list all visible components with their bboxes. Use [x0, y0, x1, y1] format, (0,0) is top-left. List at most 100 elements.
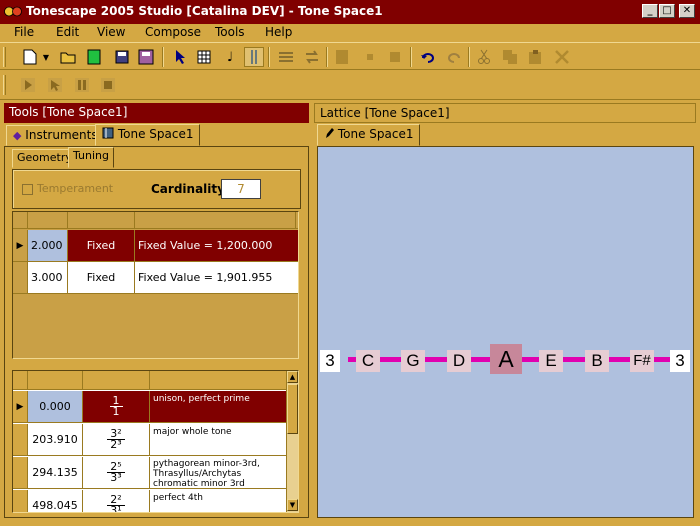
generators-header: [13, 212, 298, 229]
interval-cents[interactable]: 203.910: [28, 424, 83, 455]
lattice-note-d[interactable]: D: [447, 350, 471, 372]
large-block-icon[interactable]: [332, 47, 352, 67]
interval-name[interactable]: unison, perfect prime: [150, 391, 286, 422]
open-folder-icon[interactable]: [58, 47, 78, 67]
save-icon[interactable]: [112, 47, 132, 67]
interval-row[interactable]: 498.045 2² 3¹ perfect 4th: [13, 490, 286, 512]
intervals-header: [13, 371, 286, 390]
toolbar-grip[interactable]: [3, 75, 6, 95]
menu-help[interactable]: Help: [265, 25, 292, 39]
maximize-button[interactable]: □: [659, 4, 675, 18]
cardinality-label: Cardinality: [151, 182, 225, 196]
menu-compose[interactable]: Compose: [145, 25, 201, 39]
generator-row[interactable]: ▶ 2.000 Fixed Fixed Value = 1,200.000: [13, 230, 298, 262]
tools-panel-header: Tools [Tone Space1]: [4, 103, 309, 123]
align-icon[interactable]: [276, 47, 296, 67]
cardinality-field[interactable]: 7: [221, 179, 261, 199]
tab-lattice-tone-space[interactable]: Tone Space1: [317, 124, 421, 146]
tab-tone-space[interactable]: Tone Space1: [95, 124, 201, 146]
lattice-view[interactable]: 3 C G D A E B F# 3: [317, 146, 694, 518]
cut-icon[interactable]: [474, 47, 494, 67]
row-indicator: [13, 262, 28, 293]
new-dropdown-icon[interactable]: ▼: [41, 47, 51, 67]
generator-value[interactable]: 2.000: [28, 230, 68, 261]
interval-name[interactable]: major whole tone: [150, 424, 286, 455]
measure-tool-icon[interactable]: [244, 47, 264, 67]
playback-toolbar: [0, 70, 700, 100]
scroll-up-icon[interactable]: ▲: [287, 371, 298, 383]
tab-instruments[interactable]: ◆ Instruments: [6, 125, 105, 146]
delete-icon[interactable]: [552, 47, 572, 67]
toolbar-separator: [162, 47, 164, 67]
medium-block-icon[interactable]: [385, 47, 405, 67]
play-from-cursor-icon[interactable]: [45, 75, 65, 95]
interval-ratio[interactable]: 3² 2³: [83, 424, 150, 455]
import-icon[interactable]: [84, 47, 104, 67]
temperament-section: Temperament Cardinality 7: [12, 169, 301, 209]
generator-value[interactable]: 3.000: [28, 262, 68, 293]
app-icon[interactable]: [4, 5, 22, 18]
toolbar-separator: [268, 47, 270, 67]
toolbar-grip[interactable]: [3, 47, 6, 67]
interval-ratio[interactable]: 2² 3¹: [83, 490, 150, 512]
minimize-button[interactable]: _: [642, 4, 658, 18]
generator-desc[interactable]: Fixed Value = 1,200.000: [135, 230, 298, 261]
stop-icon[interactable]: [98, 75, 118, 95]
row-pointer-icon: ▶: [13, 391, 28, 422]
subtab-tuning[interactable]: Tuning: [68, 147, 115, 168]
pencil-icon: [324, 127, 338, 141]
interval-name[interactable]: perfect 4th: [150, 490, 286, 512]
note-tool-icon[interactable]: ♩: [220, 47, 240, 67]
undo-icon[interactable]: [418, 47, 438, 67]
grid-tool-icon[interactable]: [194, 47, 214, 67]
lattice-note-f-sharp[interactable]: F#: [630, 350, 654, 372]
lattice-note-c[interactable]: C: [356, 350, 380, 372]
interval-ratio[interactable]: 2⁵ 3³: [83, 457, 150, 488]
ratio-denominator: 2³: [110, 438, 122, 451]
generator-mode[interactable]: Fixed: [68, 230, 135, 261]
interval-row[interactable]: 203.910 3² 2³ major whole tone: [13, 424, 286, 456]
lattice-panel-header: Lattice [Tone Space1]: [314, 103, 696, 123]
play-icon[interactable]: [18, 75, 38, 95]
interval-cents[interactable]: 498.045: [28, 490, 83, 512]
temperament-checkbox[interactable]: [22, 184, 33, 195]
redo-icon[interactable]: [444, 47, 464, 67]
menu-view[interactable]: View: [97, 25, 125, 39]
interval-cents[interactable]: 0.000: [28, 391, 83, 422]
menu-edit[interactable]: Edit: [56, 25, 79, 39]
generator-row[interactable]: 3.000 Fixed Fixed Value = 1,901.955: [13, 262, 298, 294]
toolbar-separator: [410, 47, 412, 67]
lattice-note-e[interactable]: E: [539, 350, 563, 372]
row-indicator: [13, 490, 28, 512]
tone-space-icon: [102, 127, 118, 141]
pointer-tool-icon[interactable]: [170, 47, 190, 67]
lattice-note-g[interactable]: G: [401, 350, 425, 372]
swap-icon[interactable]: [302, 47, 322, 67]
scroll-down-icon[interactable]: ▼: [287, 499, 298, 511]
generators-grid: ▶ 2.000 Fixed Fixed Value = 1,200.000 3.…: [12, 211, 299, 359]
tab-lattice-label: Tone Space1: [337, 127, 414, 141]
interval-row[interactable]: 294.135 2⁵ 3³ pythagorean minor-3rd, Thr…: [13, 457, 286, 489]
close-button[interactable]: ✕: [679, 4, 695, 18]
menu-file[interactable]: File: [14, 25, 34, 39]
interval-row[interactable]: ▶ 0.000 1 1 unison, perfect prime: [13, 391, 286, 423]
copy-icon[interactable]: [500, 47, 520, 67]
generator-desc[interactable]: Fixed Value = 1,901.955: [135, 262, 298, 293]
intervals-scrollbar[interactable]: ▲ ▼: [286, 371, 298, 512]
lattice-note-a[interactable]: A: [490, 344, 522, 374]
small-block-icon[interactable]: [360, 47, 380, 67]
scroll-thumb[interactable]: [287, 384, 298, 434]
instruments-icon: ◆: [13, 129, 22, 142]
lattice-note-b[interactable]: B: [585, 350, 609, 372]
save-all-icon[interactable]: [136, 47, 156, 67]
interval-name[interactable]: pythagorean minor-3rd, Thrasyllus/Archyt…: [150, 457, 286, 488]
pause-icon[interactable]: [72, 75, 92, 95]
paste-icon[interactable]: [526, 47, 546, 67]
new-file-icon[interactable]: [20, 47, 40, 67]
interval-cents[interactable]: 294.135: [28, 457, 83, 488]
menu-tools[interactable]: Tools: [215, 25, 245, 39]
row-indicator: [13, 424, 28, 455]
generator-mode[interactable]: Fixed: [68, 262, 135, 293]
interval-ratio[interactable]: 1 1: [83, 391, 150, 422]
row-pointer-icon: ▶: [13, 230, 28, 261]
